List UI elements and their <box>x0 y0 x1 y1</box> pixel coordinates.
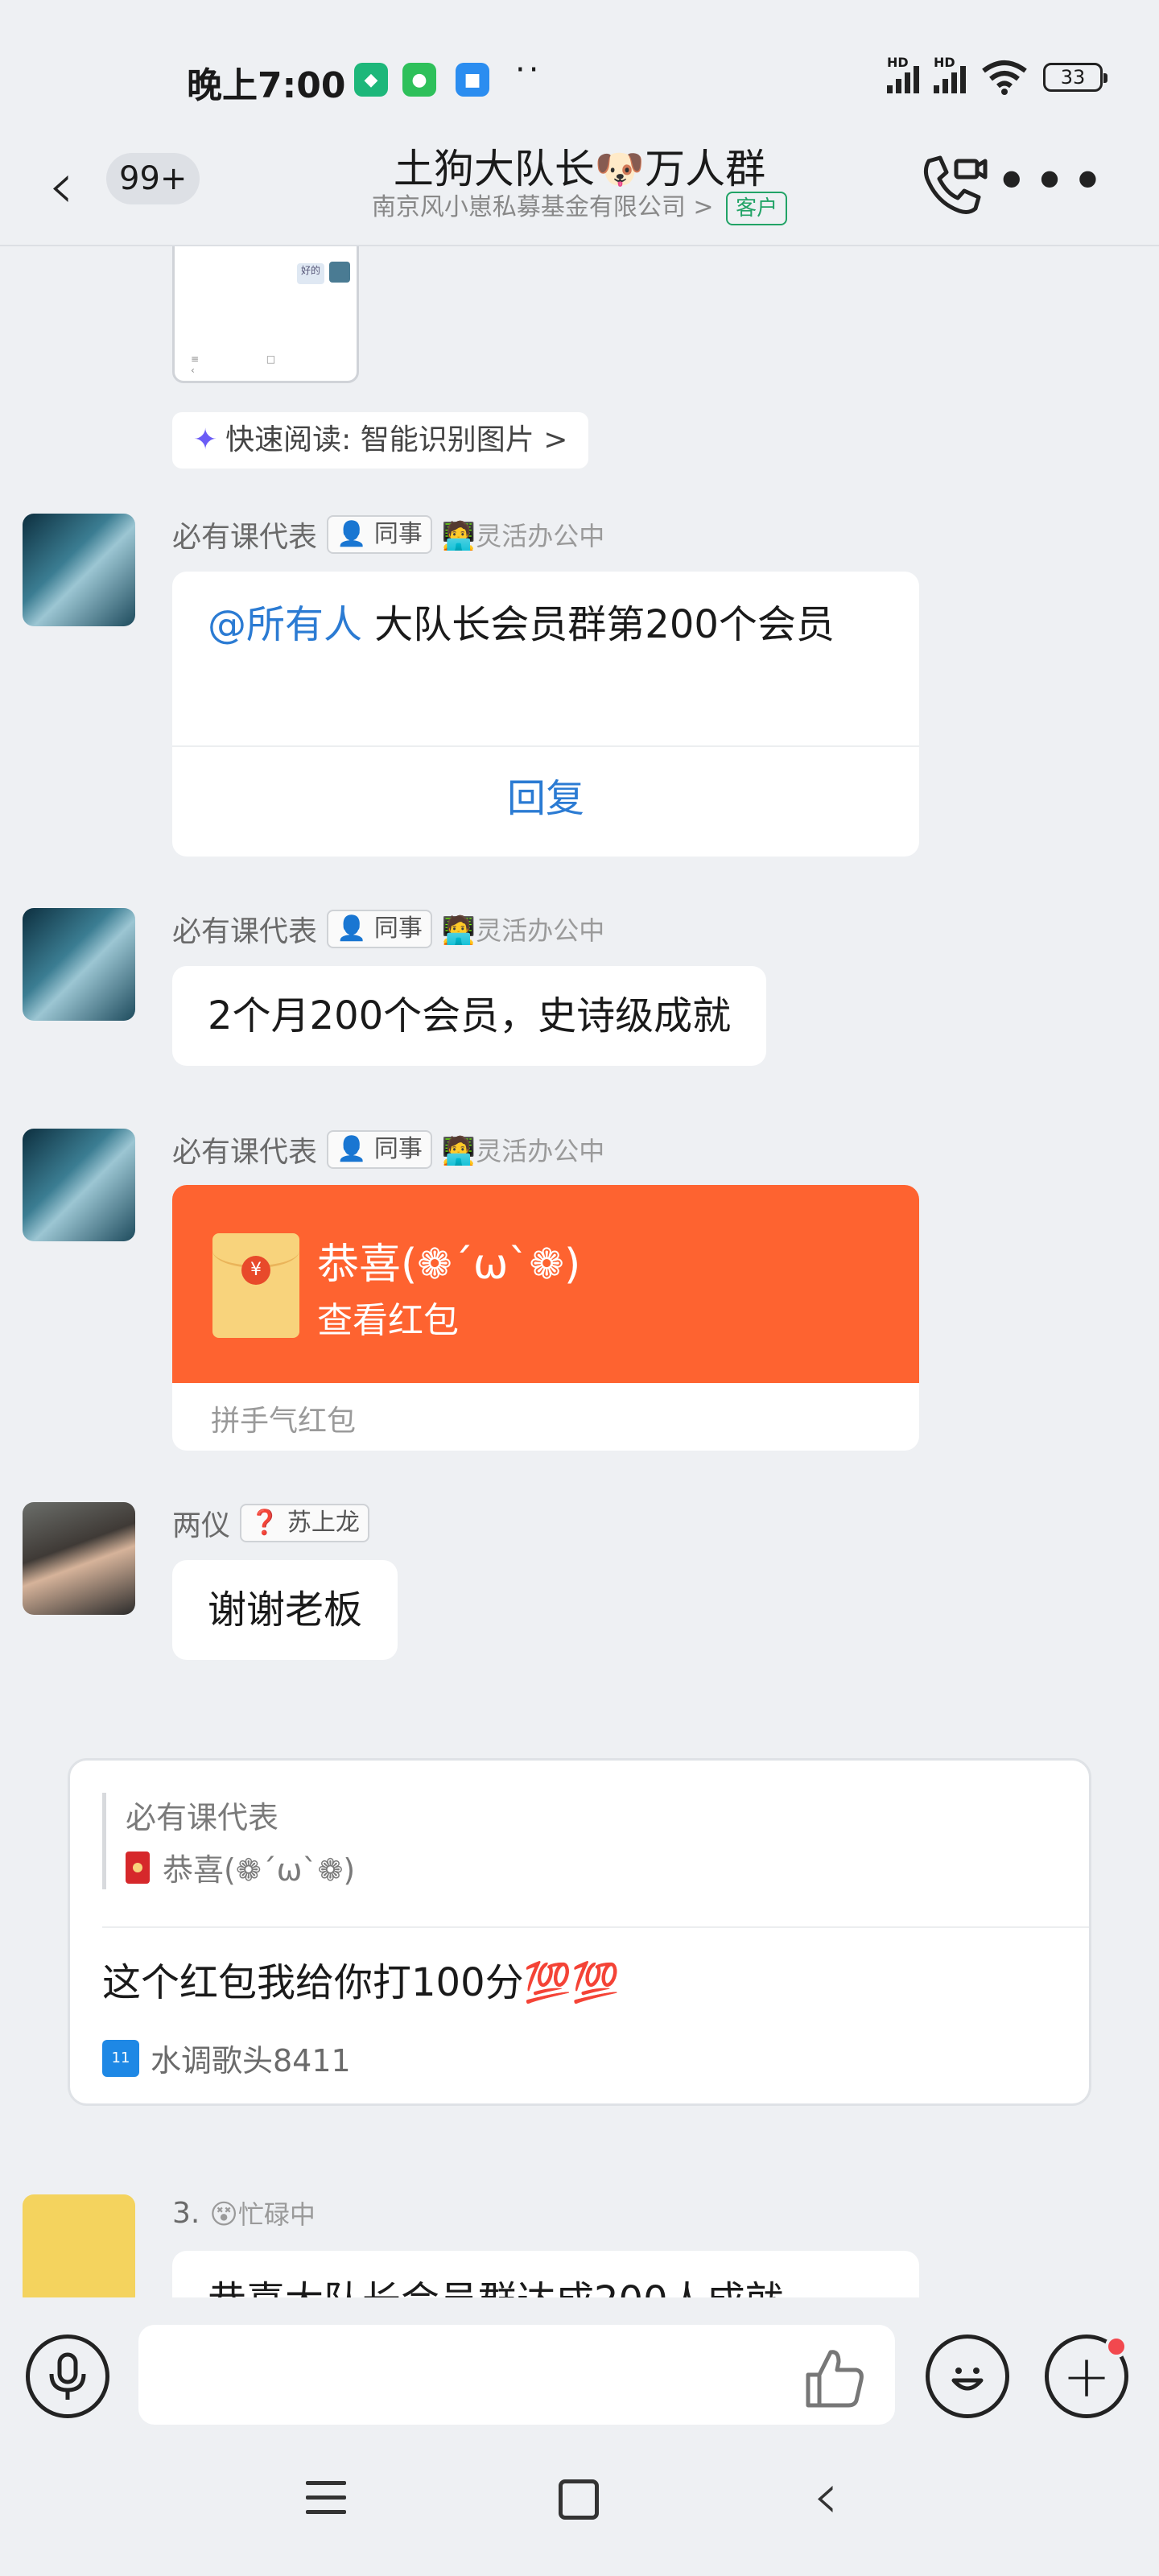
customer-tag: 客户 <box>726 192 788 225</box>
nav-back-icon[interactable]: ‹ <box>813 2458 839 2533</box>
user-status: 🧑‍💻灵活办公中 <box>441 520 605 552</box>
avatar[interactable] <box>23 908 135 1021</box>
quoted-text-row: 恭喜(❁´ω`❁) <box>126 1845 355 1889</box>
message-input[interactable] <box>138 2325 895 2425</box>
red-packet-body: ¥ 恭喜(❁´ω`❁) 查看红包 <box>172 1185 919 1383</box>
sender-name[interactable]: 两仪 <box>172 1502 230 1544</box>
sender-row: 必有课代表 👤 同事 🧑‍💻灵活办公中 <box>172 514 604 555</box>
red-envelope-icon: ¥ <box>212 1233 299 1338</box>
sender-row: 必有课代表 👤 同事 🧑‍💻灵活办公中 <box>172 908 604 950</box>
more-options-icon[interactable]: ••• <box>995 148 1109 214</box>
hd-label: HD <box>887 55 909 70</box>
signal-icon: HD <box>887 55 919 93</box>
reply-button[interactable]: 回复 <box>172 766 919 831</box>
sender-name[interactable]: 必有课代表 <box>172 908 317 950</box>
thumbs-up-icon[interactable] <box>800 2344 868 2412</box>
shield-app-icon: ◆ <box>354 63 388 97</box>
busy-emoji-icon: 😵 <box>209 2198 238 2231</box>
notification-dot <box>1105 2335 1128 2358</box>
avatar[interactable] <box>23 1129 135 1241</box>
magic-wand-icon: ✦ <box>193 423 218 456</box>
red-packet-action: 查看红包 <box>317 1300 459 1341</box>
more-notifications-icon: ·· <box>515 52 542 89</box>
sender-name[interactable]: 必有课代表 <box>172 514 317 555</box>
colleague-tag: 👤 同事 <box>327 515 432 554</box>
mention-all: @所有人 <box>208 602 363 647</box>
external-tag: ❓ 苏上龙 <box>240 1504 369 1542</box>
voice-input-button[interactable] <box>26 2334 109 2418</box>
smiley-icon <box>951 2368 984 2391</box>
user-status: 🧑‍💻灵活办公中 <box>441 1135 605 1167</box>
chat-header: ‹ 99+ 土狗大队长🐶万人群 南京风小崽私募基金有限公司 > 客户 ••• <box>0 137 1159 246</box>
input-bar: + <box>0 2297 1159 2442</box>
quoted-message[interactable]: 必有课代表 恭喜(❁´ω`❁) <box>102 1793 355 1889</box>
plus-icon: + <box>1062 2343 1112 2410</box>
quoted-reply-card[interactable]: 必有课代表 恭喜(❁´ω`❁) 这个红包我给你打100分💯💯 11 水调歌头841… <box>68 1758 1091 2106</box>
mention-message[interactable]: @所有人 大队长会员群第200个会员 回复 <box>172 572 919 857</box>
text-message[interactable]: 恭喜大队长会员群达成200人成就 <box>172 2251 919 2297</box>
quick-read-button[interactable]: ✦ 快速阅读: 智能识别图片 > <box>172 412 589 469</box>
divider <box>172 745 919 747</box>
signal-icon-2: HD <box>934 55 966 93</box>
status-emoji-icon: 🧑‍💻 <box>441 520 476 552</box>
status-emoji-icon: 🧑‍💻 <box>441 914 476 947</box>
group-icon: 11 <box>102 2039 139 2077</box>
wechat-icon: ● <box>402 63 436 97</box>
microphone-icon <box>49 2352 86 2400</box>
text-message[interactable]: 谢谢老板 <box>172 1560 398 1660</box>
hd-label-2: HD <box>934 55 955 70</box>
emoji-button[interactable] <box>926 2334 1009 2418</box>
message-list[interactable]: 好的 ≡ □ ‹ ✦ 快速阅读: 智能识别图片 > 必有课代表 👤 同事 🧑‍💻灵… <box>0 246 1159 2297</box>
thumbnail-bubble: 好的 <box>297 263 324 284</box>
thumbnail-nav: ≡ □ ‹ <box>191 353 308 376</box>
red-packet-title: 恭喜(❁´ω`❁) <box>317 1241 581 1289</box>
avatar[interactable] <box>23 1502 135 1615</box>
image-message-thumbnail[interactable]: 好的 ≡ □ ‹ <box>172 246 359 383</box>
app-notification-icon: ■ <box>456 63 489 97</box>
user-status: 🧑‍💻灵活办公中 <box>441 914 605 947</box>
red-packet-icon <box>126 1851 150 1884</box>
colleague-tag: 👤 同事 <box>327 910 432 948</box>
call-icon[interactable] <box>913 147 990 224</box>
home-icon[interactable] <box>559 2479 599 2520</box>
more-actions-button[interactable]: + <box>1045 2334 1128 2418</box>
red-packet-message[interactable]: ¥ 恭喜(❁´ω`❁) 查看红包 拼手气红包 <box>172 1185 919 1451</box>
status-bar: 晚上7:00 ◆ ● ■ ·· HD HD 33 <box>0 0 1159 137</box>
user-status: 😵忙碌中 <box>209 2198 316 2231</box>
wifi-icon <box>982 60 1027 95</box>
quoted-sender: 必有课代表 <box>126 1800 279 1835</box>
message-text: @所有人 大队长会员群第200个会员 <box>208 602 835 647</box>
menu-icon[interactable] <box>306 2481 346 2524</box>
sender-row: 必有课代表 👤 同事 🧑‍💻灵活办公中 <box>172 1129 604 1170</box>
battery-indicator: 33 <box>1043 63 1107 92</box>
company-name: 南京风小崽私募基金有限公司 > <box>371 193 714 221</box>
quick-read-label: 快速阅读: 智能识别图片 > <box>225 423 568 456</box>
sender-row: 3. 😵忙碌中 <box>172 2194 316 2231</box>
red-packet-type: 拼手气红包 <box>211 1405 357 1438</box>
thumbnail-avatar <box>329 262 350 283</box>
avatar[interactable] <box>23 514 135 626</box>
colleague-tag: 👤 同事 <box>327 1130 432 1169</box>
text-message[interactable]: 2个月200个会员，史诗级成就 <box>172 966 767 1066</box>
sender-row: 两仪 ❓ 苏上龙 <box>172 1502 369 1544</box>
avatar[interactable] <box>23 2194 135 2297</box>
sender-name[interactable]: 3. <box>172 2197 200 2230</box>
divider <box>102 1926 1089 1928</box>
system-nav-bar: ‹ <box>0 2442 1159 2576</box>
source-group[interactable]: 11 水调歌头8411 <box>102 2036 351 2080</box>
reply-text: 这个红包我给你打100分💯💯 <box>102 1960 621 2005</box>
sender-name[interactable]: 必有课代表 <box>172 1129 317 1170</box>
status-emoji-icon: 🧑‍💻 <box>441 1135 476 1167</box>
status-time: 晚上7:00 <box>187 65 346 106</box>
